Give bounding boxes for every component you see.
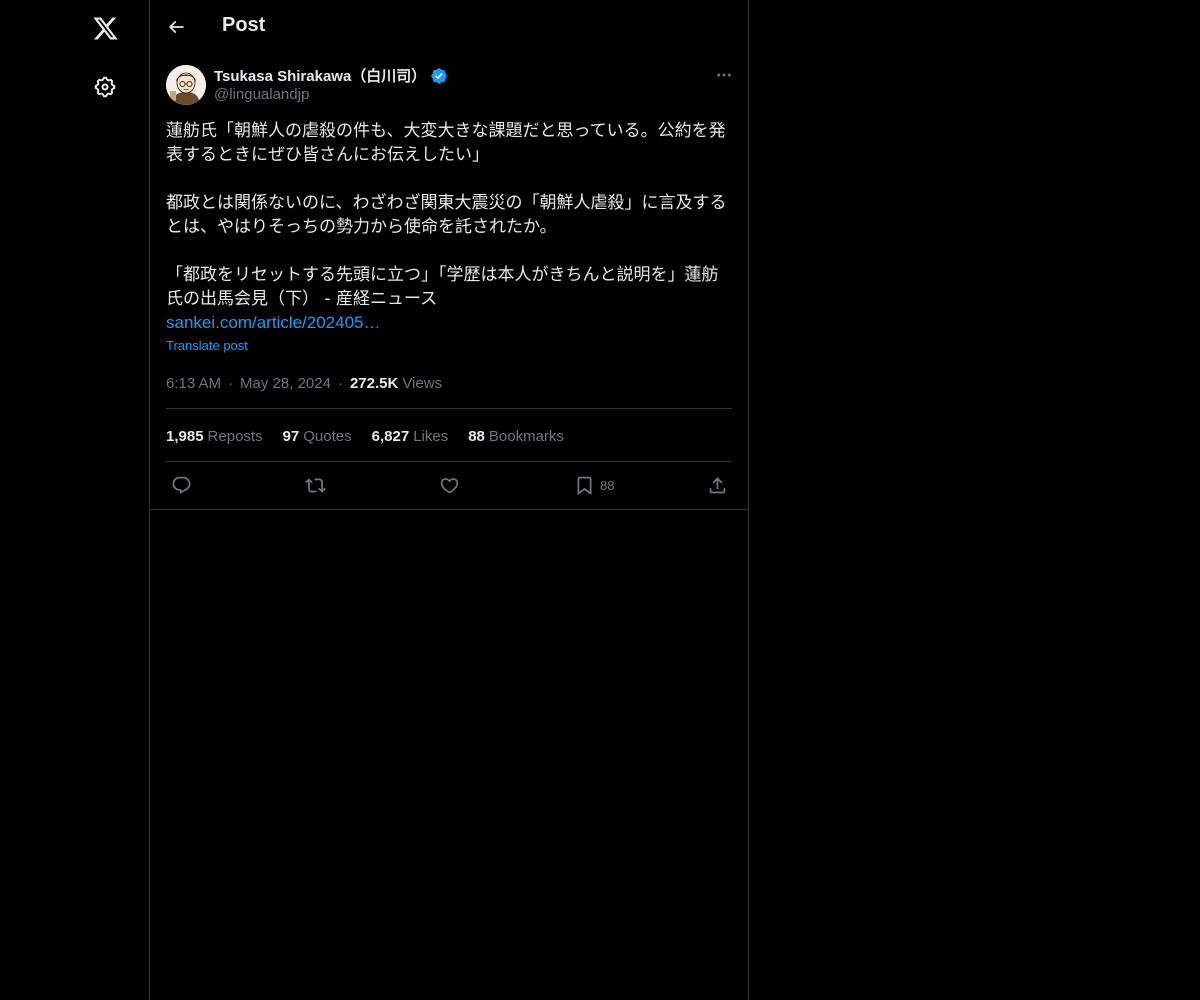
repost-icon [305,477,326,493]
main-column: Post Tsukasa Shirakawa（白川司） @lingualandj… [149,0,749,1000]
tweet-meta: 6:13 AM · May 28, 2024 · 272.5K Views [166,373,442,393]
reply-button[interactable] [171,472,192,498]
stat-label: Bookmarks [488,427,564,445]
author-name[interactable]: Tsukasa Shirakawa（白川司） [214,65,448,86]
more-options-button[interactable] [707,63,741,87]
page-header: Post [150,0,748,53]
reply-icon [172,476,191,494]
share-button[interactable] [707,472,728,498]
stat-likes[interactable]: 6,827 Likes [372,428,449,445]
gear-icon[interactable] [81,63,129,111]
bookmark-button[interactable]: 88 [574,472,614,498]
stat-count: 97 [282,427,300,445]
verified-badge-icon [431,67,448,84]
back-button[interactable] [158,9,194,45]
stat-reposts[interactable]: 1,985 Reposts [166,428,263,445]
tweet-paragraph: 都政とは関係ないのに、わざわざ関東大震災の「朝鮮人虐殺」に言及するとは、やはりそ… [166,193,727,237]
views-label: Views [402,374,443,392]
tweet-time[interactable]: 6:13 AM [166,375,221,392]
stat-label: Reposts [207,427,263,445]
stat-count: 1,985 [166,427,204,445]
left-nav [0,0,149,1000]
views-count: 272.5K [349,374,399,392]
like-button[interactable] [439,472,460,498]
stat-bookmarks[interactable]: 88 Bookmarks [468,428,564,445]
engagement-stats: 1,985 Reposts 97 Quotes 6,827 Likes 88 Bookm… [166,426,584,446]
tweet-paragraph: 蓮舫氏「朝鮮人の虐殺の件も、大変大きな課題だと思っている。公約を発表するときにぜ… [166,121,726,165]
tweet-paragraph: 「都政をリセットする先頭に立つ」「学歴は本人がきちんと説明を」蓮舫氏の出馬会見（… [166,265,719,309]
article-link[interactable]: sankei.com/article/202405… [166,311,734,335]
stat-quotes[interactable]: 97 Quotes [283,428,352,445]
stat-label: Quotes [303,427,352,445]
tweet-date[interactable]: May 28, 2024 [240,375,331,392]
tweet-actions: 88 [166,470,732,500]
meta-separator: · [228,374,234,392]
page-title: Post [222,14,266,36]
meta-separator: · [337,374,343,392]
bookmark-icon [577,476,592,495]
tweet-text: 蓮舫氏「朝鮮人の虐殺の件も、大変大きな課題だと思っている。公約を発表するときにぜ… [166,119,734,335]
divider [166,461,732,462]
stat-count: 6,827 [371,427,410,445]
stat-label: Likes [413,427,449,445]
avatar[interactable] [166,65,206,105]
arrow-left-icon [168,20,184,34]
author-name-text: Tsukasa Shirakawa（白川司） [214,68,427,85]
author-handle[interactable]: @lingualandjp [214,86,309,103]
translate-post-link[interactable]: Translate post [166,338,248,353]
divider [166,408,732,409]
app-root: Post Tsukasa Shirakawa（白川司） @lingualandj… [0,0,1200,1000]
repost-button[interactable] [305,472,326,498]
stat-count: 88 [468,427,485,445]
heart-icon [440,477,459,494]
share-icon [709,476,726,493]
more-horizontal-icon [717,73,731,77]
tweet: Tsukasa Shirakawa（白川司） @lingualandjp 蓮舫氏… [150,53,748,510]
bookmark-count: 88 [600,477,615,493]
x-logo-icon[interactable] [81,4,129,52]
